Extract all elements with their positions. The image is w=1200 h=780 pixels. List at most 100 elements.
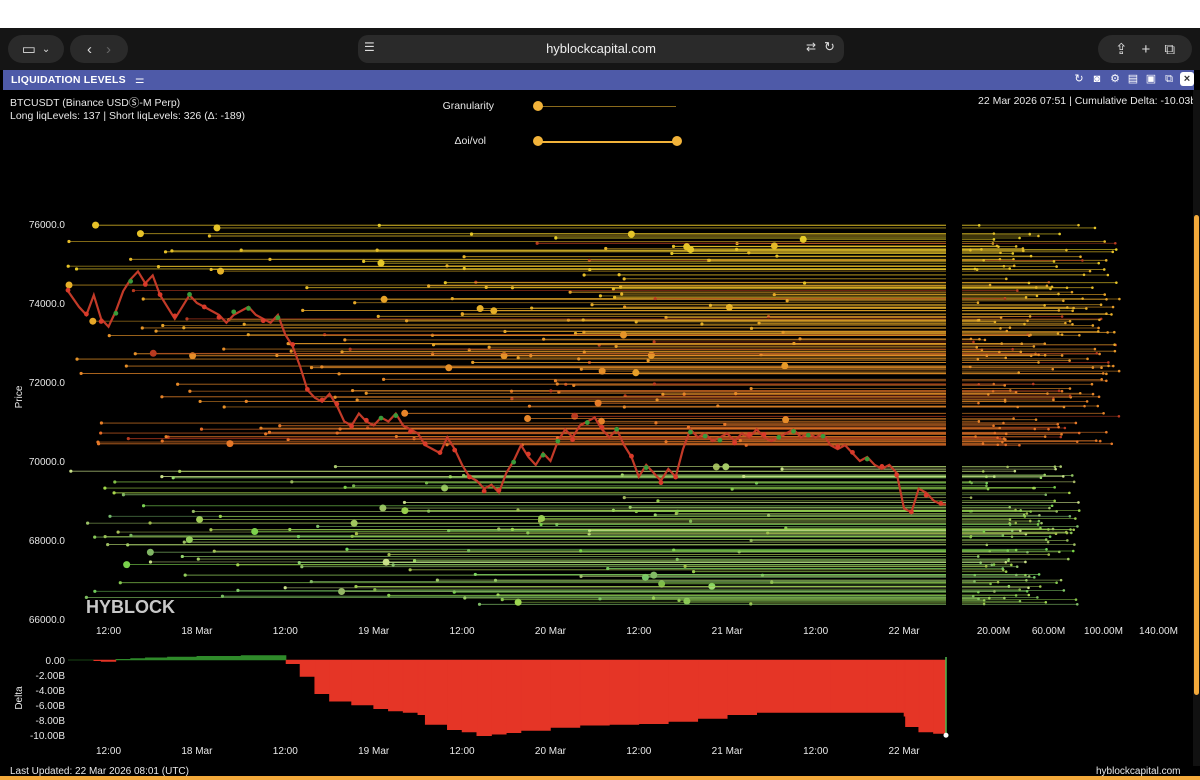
profile-dot — [1050, 504, 1054, 508]
refresh-icon[interactable]: ↻ — [1072, 72, 1086, 86]
profile-dot — [1037, 234, 1040, 238]
candle-marker — [452, 447, 458, 453]
liquidation-dot — [107, 333, 111, 338]
profile-dot — [988, 596, 991, 600]
liquidation-dot — [161, 323, 165, 328]
candle-marker — [467, 474, 472, 480]
liquidation-dot — [283, 586, 287, 590]
candle-marker — [363, 417, 369, 423]
liquidation-dot — [198, 399, 202, 404]
liquidation-dot — [131, 288, 136, 293]
translate-icon[interactable]: ⇄ — [806, 40, 816, 54]
liquidation-dot — [471, 360, 475, 364]
candle-marker — [702, 433, 708, 439]
sidebar-toggle-button[interactable]: ▭ ⌄ — [8, 35, 64, 63]
profile-dot — [1056, 423, 1060, 426]
granularity-slider[interactable] — [538, 106, 676, 107]
share-icon[interactable]: ⇪ — [1115, 40, 1128, 58]
liquidation-dot — [594, 399, 602, 407]
profile-dot — [1071, 549, 1075, 553]
profile-dot — [1060, 333, 1064, 336]
profile-dot — [1113, 349, 1117, 353]
liquidation-dot — [617, 273, 621, 277]
oi-vol-knob-min[interactable] — [533, 136, 543, 146]
liquidation-dot — [196, 557, 200, 561]
profile-dot — [1047, 280, 1051, 284]
delta-layer: 0.00 -2.00B -4.00B -6.00B -8.00B -10.00B 12:00… — [30, 655, 949, 757]
price-axis-label: Price — [14, 385, 25, 408]
profile-dot — [1105, 430, 1108, 434]
profile-dot — [1067, 557, 1070, 561]
profile-dot — [1088, 269, 1092, 273]
profile-dot — [1053, 499, 1056, 503]
profile-dot — [1059, 435, 1063, 439]
document-icon[interactable]: ▤ — [1126, 72, 1140, 86]
scrollbar-thumb[interactable] — [1194, 215, 1199, 695]
liquidation-dot — [99, 421, 104, 425]
liquidation-dot — [581, 318, 585, 322]
profile-dot — [1057, 309, 1061, 312]
profile-dot — [1044, 493, 1048, 497]
profile-dot — [1069, 531, 1073, 535]
profile-dot — [1073, 543, 1076, 546]
profile-dot — [1113, 330, 1116, 334]
sidebar-icon: ▭ — [21, 41, 36, 58]
time-tick-label: 12:00 — [273, 626, 298, 637]
profile-dot — [1107, 364, 1110, 368]
oi-vol-knob-max[interactable] — [672, 136, 682, 146]
liquidation-dot — [196, 515, 204, 523]
back-icon[interactable]: ‹ — [87, 41, 92, 58]
close-icon[interactable]: × — [1180, 72, 1194, 86]
profile-dot — [1054, 467, 1057, 471]
profile-dot — [1043, 435, 1047, 438]
liquidation-dot — [118, 581, 122, 585]
profile-dot — [1013, 469, 1017, 473]
liquidation-dot — [377, 259, 385, 267]
liquidation-dot — [770, 242, 778, 250]
profile-dot — [985, 484, 988, 488]
liquidation-dot — [182, 326, 186, 330]
address-bar[interactable]: ☰ hyblockcapital.com ⇄ ↻ — [358, 35, 844, 63]
profile-dot — [1047, 427, 1050, 431]
profile-dot — [1057, 292, 1060, 296]
profile-dot — [993, 590, 996, 593]
profile-dot — [1033, 576, 1036, 579]
liquidation-dot — [549, 389, 553, 393]
oi-vol-slider[interactable] — [538, 141, 676, 143]
panel-header: LIQUIDATION LEVELS ⚌ ↻ ◙ ⚙ ▤ ▣ ⧉ × — [3, 70, 1194, 90]
liquidation-chart[interactable]: 76000.0 74000.0 72000.0 70000.0 68000.0 66000… — [0, 160, 1190, 760]
sliders-icon[interactable]: ⚌ — [135, 74, 145, 86]
profile-dot — [1020, 342, 1024, 346]
tab-overview-icon[interactable]: ⧉ — [1164, 41, 1175, 58]
candle-marker — [260, 318, 266, 324]
camera-icon[interactable]: ◙ — [1090, 72, 1104, 86]
liquidation-dot — [209, 267, 213, 272]
liquidation-dot — [355, 398, 359, 402]
profile-dot — [1055, 581, 1058, 585]
granularity-knob[interactable] — [533, 101, 543, 111]
liquidation-dot — [207, 234, 212, 238]
liquidation-dot — [149, 349, 157, 357]
liquidation-dot — [350, 388, 355, 393]
url-text: hyblockcapital.com — [546, 41, 656, 56]
profile-dot — [977, 401, 980, 405]
reload-icon[interactable]: ↻ — [824, 39, 835, 55]
new-tab-icon[interactable]: + — [1142, 41, 1151, 58]
forward-icon[interactable]: › — [106, 41, 111, 58]
candle-marker — [629, 453, 634, 459]
candle-marker — [820, 433, 826, 439]
profile-dot — [1105, 372, 1108, 376]
copy-icon[interactable]: ⧉ — [1162, 72, 1176, 86]
candle-marker — [791, 428, 796, 434]
profile-dot — [1059, 465, 1062, 468]
liquidation-dot — [106, 543, 110, 547]
gear-icon[interactable]: ⚙ — [1108, 72, 1122, 86]
liquidation-dot — [700, 322, 704, 326]
liquidation-dot — [185, 317, 189, 321]
liquidation-dot — [65, 281, 73, 289]
save-icon[interactable]: ▣ — [1144, 72, 1158, 86]
liquidation-dot — [577, 357, 581, 361]
profile-dot — [1051, 367, 1055, 371]
profile-dot — [1100, 366, 1103, 370]
delta-time-tick-label: 22 Mar — [888, 746, 920, 757]
